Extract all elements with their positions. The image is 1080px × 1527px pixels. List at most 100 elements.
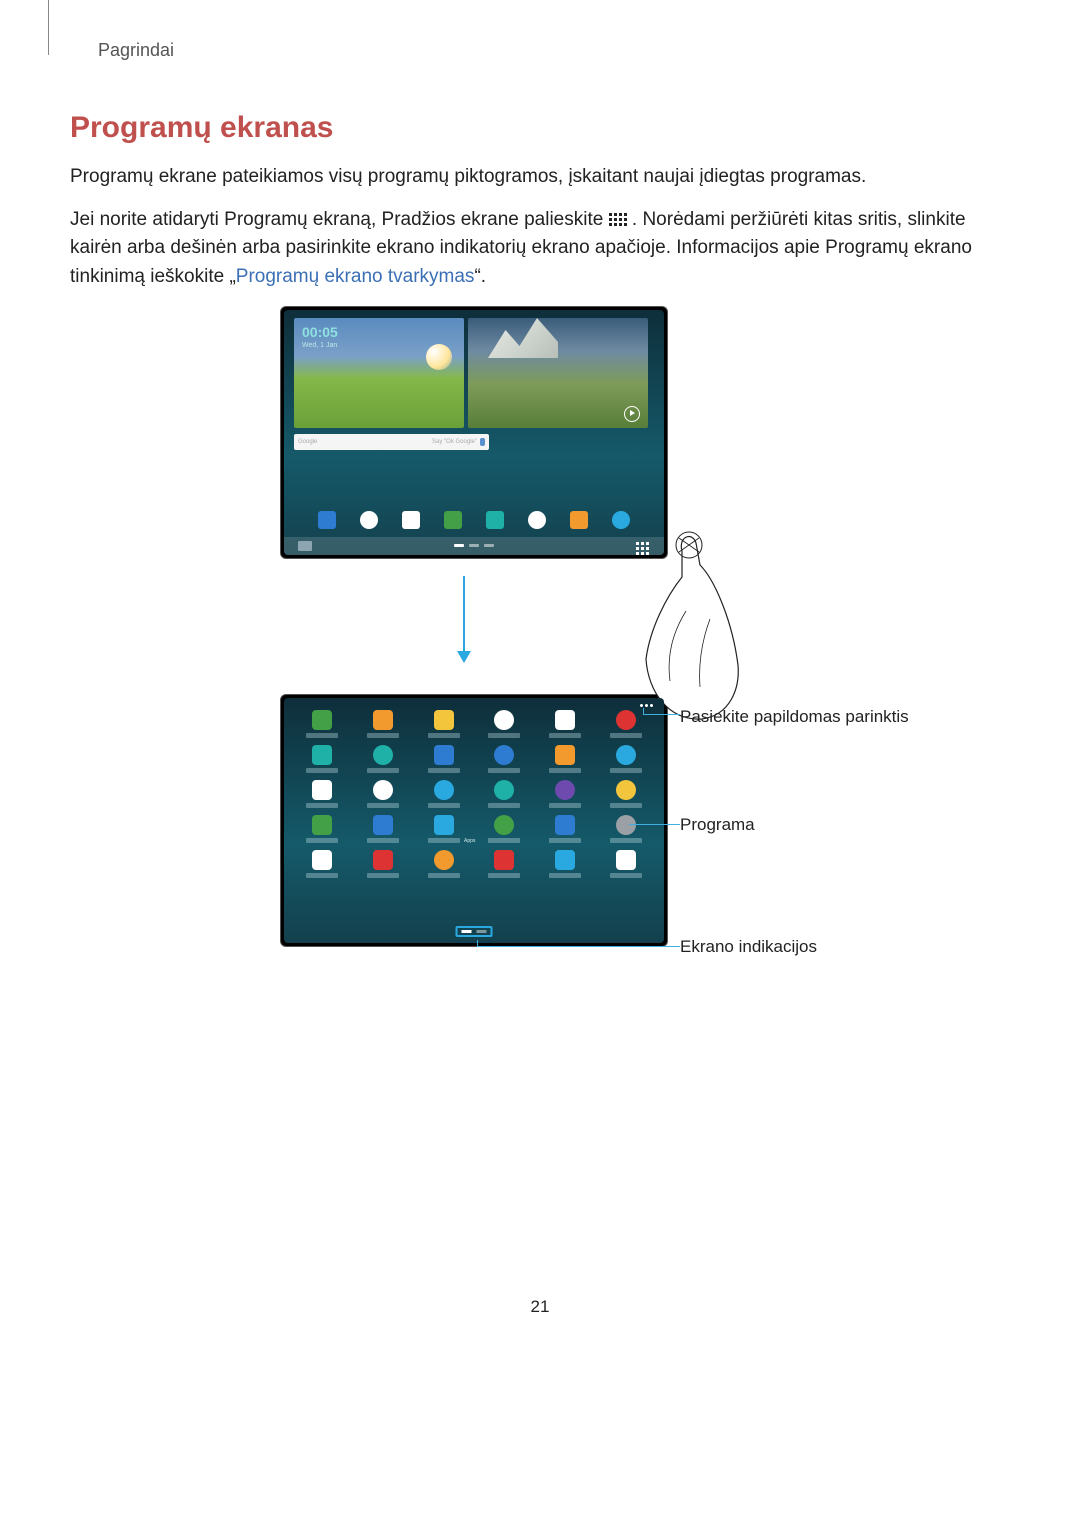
app-label <box>549 768 581 773</box>
app-label <box>549 838 581 843</box>
dock-email[interactable] <box>486 511 504 529</box>
app-smart-remote[interactable] <box>353 815 414 843</box>
recent-folder-icon[interactable] <box>298 541 312 551</box>
app-docs[interactable] <box>595 780 656 808</box>
app-music[interactable] <box>353 745 414 773</box>
dock-play-store[interactable] <box>402 511 420 529</box>
link-apps-management[interactable]: Programų ekrano tvarkymas <box>236 266 475 287</box>
app-help[interactable] <box>413 780 474 808</box>
internet-icon <box>494 710 514 730</box>
app-label <box>488 733 520 738</box>
page-indicators[interactable] <box>454 544 494 547</box>
app-internet[interactable] <box>474 710 535 738</box>
apps-grid-icon <box>609 213 627 227</box>
clock-text: 00:05 <box>302 324 464 340</box>
taskbar <box>284 537 664 555</box>
google-search-bar[interactable]: Google Say "Ok Google" <box>294 434 489 450</box>
dock-apps-collection[interactable] <box>318 511 336 529</box>
browser-icon <box>434 815 454 835</box>
app-google[interactable] <box>535 815 596 843</box>
app-camera[interactable] <box>474 745 535 773</box>
app-label <box>306 733 338 738</box>
app-label <box>549 803 581 808</box>
email-icon <box>312 745 332 765</box>
play-movies-icon <box>494 850 514 870</box>
group-label: Apps <box>464 838 475 844</box>
intro-paragraph: Programų ekrane pateikiamos visų program… <box>70 163 1010 192</box>
app-label <box>610 768 642 773</box>
gmail-icon <box>312 850 332 870</box>
apps-page-indicators[interactable] <box>456 926 493 937</box>
video-icon <box>434 745 454 765</box>
downloads-icon <box>494 780 514 800</box>
app-calendar[interactable] <box>535 710 596 738</box>
app-label <box>306 768 338 773</box>
app-label <box>610 803 642 808</box>
play-icon[interactable] <box>624 406 640 422</box>
app-play-books[interactable] <box>535 850 596 878</box>
device-apps: Apps <box>280 694 668 947</box>
google-icon <box>555 815 575 835</box>
down-arrow-icon <box>463 576 471 663</box>
callout-indicators: Ekrano indikacijos <box>680 936 817 957</box>
phone-icon <box>312 710 332 730</box>
app-voice[interactable] <box>595 815 656 843</box>
app-label <box>306 838 338 843</box>
dock-gallery[interactable] <box>570 511 588 529</box>
app-assistant[interactable] <box>535 780 596 808</box>
smart-remote-icon <box>373 815 393 835</box>
photo-widget[interactable] <box>468 318 648 428</box>
section-title: Programų ekranas <box>70 111 1010 145</box>
app-label <box>306 803 338 808</box>
music-icon <box>373 745 393 765</box>
app-hangouts[interactable] <box>474 815 535 843</box>
app-label <box>428 873 460 878</box>
text: “. <box>474 266 486 287</box>
app-label <box>428 838 460 843</box>
app-settings[interactable] <box>595 745 656 773</box>
app-phone[interactable] <box>292 710 353 738</box>
app-label <box>549 733 581 738</box>
app-gallery[interactable] <box>535 745 596 773</box>
play-music-icon <box>434 850 454 870</box>
dock-settings[interactable] <box>612 511 630 529</box>
dock-internet[interactable] <box>528 511 546 529</box>
apps-button[interactable] <box>634 540 652 555</box>
app-calculator[interactable] <box>292 780 353 808</box>
app-label <box>367 838 399 843</box>
app-video[interactable] <box>413 745 474 773</box>
app-label <box>367 733 399 738</box>
page-number: 21 <box>70 1297 1010 1317</box>
app-label <box>428 768 460 773</box>
app-play-movies[interactable] <box>474 850 535 878</box>
app-google-plus[interactable] <box>353 850 414 878</box>
app-contacts[interactable] <box>353 710 414 738</box>
callout-more-options: Pasiekite papildomas parinktis <box>680 706 940 727</box>
app-label <box>549 873 581 878</box>
gallery-icon <box>555 745 575 765</box>
contacts-icon <box>373 710 393 730</box>
mic-icon[interactable] <box>480 438 485 446</box>
app-label <box>488 873 520 878</box>
app-play-music[interactable] <box>413 850 474 878</box>
hangouts-icon <box>494 815 514 835</box>
app-downloads[interactable] <box>474 780 535 808</box>
app-clock[interactable] <box>353 780 414 808</box>
app-planner[interactable] <box>292 815 353 843</box>
help-icon <box>434 780 454 800</box>
search-hint: Say "Ok Google" <box>432 439 477 445</box>
dock-phone[interactable] <box>444 511 462 529</box>
app-label <box>610 873 642 878</box>
app-gmail[interactable] <box>292 850 353 878</box>
date-text: Wed, 1 Jan <box>302 342 464 349</box>
app-label <box>367 873 399 878</box>
app-label <box>488 768 520 773</box>
app-label <box>610 838 642 843</box>
app-drive[interactable] <box>595 850 656 878</box>
app-label <box>367 803 399 808</box>
app-my-files[interactable] <box>413 710 474 738</box>
search-label: Google <box>298 439 317 445</box>
weather-widget[interactable]: 00:05 Wed, 1 Jan <box>294 318 464 428</box>
app-email[interactable] <box>292 745 353 773</box>
dock-chrome[interactable] <box>360 511 378 529</box>
